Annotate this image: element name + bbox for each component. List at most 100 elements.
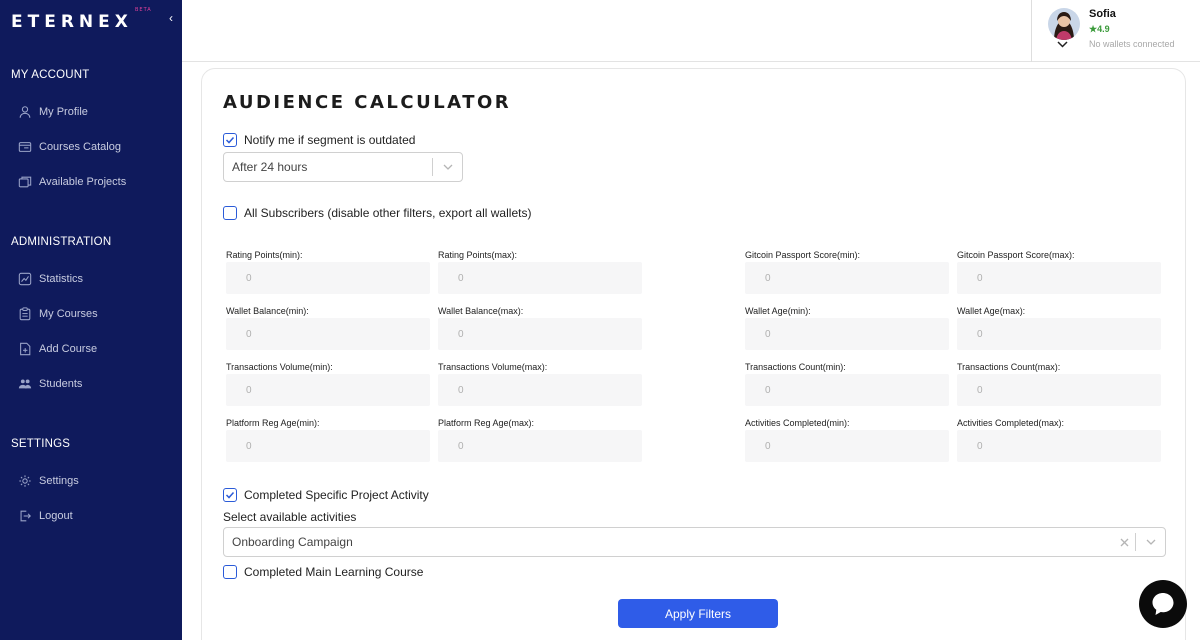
platform-reg-age-min-label: Platform Reg Age(min): — [226, 418, 320, 428]
chevron-down-icon[interactable] — [1057, 40, 1068, 51]
transactions-count-max-label: Transactions Count(max): — [957, 362, 1061, 372]
sidebar-item-courses-catalog[interactable]: Courses Catalog — [18, 136, 168, 158]
add-document-icon — [20, 342, 31, 356]
sidebar-item-my-courses[interactable]: My Courses — [18, 303, 168, 325]
wallet-age-max-label: Wallet Age(max): — [957, 306, 1026, 316]
clipboard-icon — [19, 307, 31, 321]
sidebar-item-label: My Courses — [39, 308, 98, 320]
checkbox-unchecked[interactable] — [223, 565, 237, 579]
sidebar-item-label: Available Projects — [39, 176, 127, 188]
checkbox-checked[interactable] — [223, 488, 237, 502]
wallet-balance-min-input[interactable] — [226, 318, 430, 350]
chat-bubble-icon — [1152, 593, 1174, 615]
main-course-label: Completed Main Learning Course — [244, 565, 424, 579]
logout-icon — [20, 510, 31, 522]
checkmark-icon — [225, 491, 235, 499]
chart-icon — [18, 272, 32, 286]
user-icon — [19, 106, 31, 118]
brand-badge: BETA — [135, 7, 152, 13]
wallet-status: No wallets connected — [1089, 39, 1175, 49]
transactions-volume-max-input[interactable] — [438, 374, 642, 406]
audience-calculator-card: AUDIENCE CALCULATOR Notify me if segment… — [201, 68, 1186, 640]
rating-points-min-label: Rating Points(min): — [226, 250, 303, 260]
wallet-age-max-input[interactable] — [957, 318, 1161, 350]
all-subscribers-checkbox[interactable]: All Subscribers (disable other filters, … — [223, 206, 531, 220]
notify-outdated-checkbox[interactable]: Notify me if segment is outdated — [223, 133, 415, 147]
checkbox-checked[interactable] — [223, 133, 237, 147]
activities-completed-min-input[interactable] — [745, 430, 949, 462]
wallet-age-min-input[interactable] — [745, 318, 949, 350]
rating-points-min-input[interactable] — [226, 262, 430, 294]
platform-reg-age-min-input[interactable] — [226, 430, 430, 462]
sidebar-item-statistics[interactable]: Statistics — [18, 268, 168, 290]
transactions-volume-min-label: Transactions Volume(min): — [226, 362, 333, 372]
sidebar-item-my-profile[interactable]: My Profile — [18, 101, 168, 123]
sidebar-item-label: Students — [39, 378, 83, 390]
activities-value: Onboarding Campaign — [232, 535, 353, 549]
rating-points-max-input[interactable] — [438, 262, 642, 294]
sidebar-item-logout[interactable]: Logout — [18, 505, 168, 527]
sidebar-item-add-course[interactable]: Add Course — [18, 338, 168, 360]
app-root: ETERNEX BETA ‹ MY ACCOUNT My Profile Cou… — [0, 0, 1200, 640]
collapse-sidebar-icon[interactable]: ‹ — [169, 11, 173, 25]
profile-menu[interactable]: Sofia ★4.9 No wallets connected — [1031, 0, 1200, 62]
section-title-settings: SETTINGS — [11, 438, 71, 450]
sidebar-item-students[interactable]: Students — [18, 373, 168, 395]
apply-filters-button[interactable]: Apply Filters — [618, 599, 778, 628]
checkbox-unchecked[interactable] — [223, 206, 237, 220]
notify-interval-select[interactable]: After 24 hours — [223, 152, 463, 182]
project-activity-checkbox[interactable]: Completed Specific Project Activity — [223, 488, 429, 502]
section-title-administration: ADMINISTRATION — [11, 236, 112, 248]
catalog-icon — [18, 142, 32, 152]
platform-reg-age-max-input[interactable] — [438, 430, 642, 462]
chat-button[interactable] — [1139, 580, 1187, 628]
gear-icon — [19, 475, 31, 487]
activities-select[interactable]: Onboarding Campaign — [223, 527, 1166, 557]
transactions-count-min-label: Transactions Count(min): — [745, 362, 846, 372]
rating-points-max-label: Rating Points(max): — [438, 250, 518, 260]
section-title-my-account: MY ACCOUNT — [11, 69, 90, 81]
activities-label: Select available activities — [223, 510, 357, 524]
sidebar: ETERNEX BETA ‹ MY ACCOUNT My Profile Cou… — [0, 0, 182, 640]
project-activity-label: Completed Specific Project Activity — [244, 488, 429, 502]
page-title: AUDIENCE CALCULATOR — [223, 92, 512, 113]
wallet-balance-max-label: Wallet Balance(max): — [438, 306, 524, 316]
clear-icon[interactable] — [1113, 538, 1135, 547]
wallet-balance-min-label: Wallet Balance(min): — [226, 306, 309, 316]
chevron-down-icon[interactable] — [433, 164, 462, 170]
gitcoin-passport-score-min-input[interactable] — [745, 262, 949, 294]
sidebar-item-label: Courses Catalog — [39, 141, 121, 153]
activities-completed-max-label: Activities Completed(max): — [957, 418, 1065, 428]
brand-logo[interactable]: ETERNEX — [11, 12, 133, 32]
profile-name: Sofia — [1089, 8, 1116, 20]
transactions-count-min-input[interactable] — [745, 374, 949, 406]
transactions-volume-max-label: Transactions Volume(max): — [438, 362, 548, 372]
notify-interval-value: After 24 hours — [232, 160, 308, 174]
avatar[interactable] — [1048, 8, 1080, 40]
avatar-image — [1048, 8, 1080, 40]
sidebar-item-label: Add Course — [39, 343, 98, 355]
sidebar-item-label: Statistics — [39, 273, 84, 285]
students-icon — [18, 379, 32, 389]
gitcoin-passport-score-min-label: Gitcoin Passport Score(min): — [745, 250, 861, 260]
activities-completed-min-label: Activities Completed(min): — [745, 418, 850, 428]
wallet-balance-max-input[interactable] — [438, 318, 642, 350]
sidebar-item-settings[interactable]: Settings — [18, 470, 168, 492]
profile-rating: ★4.9 — [1089, 24, 1110, 34]
wallet-age-min-label: Wallet Age(min): — [745, 306, 811, 316]
sidebar-item-available-projects[interactable]: Available Projects — [18, 171, 168, 193]
transactions-volume-min-input[interactable] — [226, 374, 430, 406]
sidebar-item-label: My Profile — [39, 106, 88, 118]
gitcoin-passport-score-max-label: Gitcoin Passport Score(max): — [957, 250, 1075, 260]
notify-outdated-label: Notify me if segment is outdated — [244, 133, 416, 147]
chevron-down-icon[interactable] — [1136, 539, 1165, 545]
main-course-checkbox[interactable]: Completed Main Learning Course — [223, 565, 423, 579]
checkmark-icon — [225, 136, 235, 144]
gitcoin-passport-score-max-input[interactable] — [957, 262, 1161, 294]
sidebar-item-label: Settings — [39, 475, 79, 487]
activities-completed-max-input[interactable] — [957, 430, 1161, 462]
projects-icon — [18, 176, 32, 188]
platform-reg-age-max-label: Platform Reg Age(max): — [438, 418, 535, 428]
transactions-count-max-input[interactable] — [957, 374, 1161, 406]
sidebar-item-label: Logout — [39, 510, 73, 522]
